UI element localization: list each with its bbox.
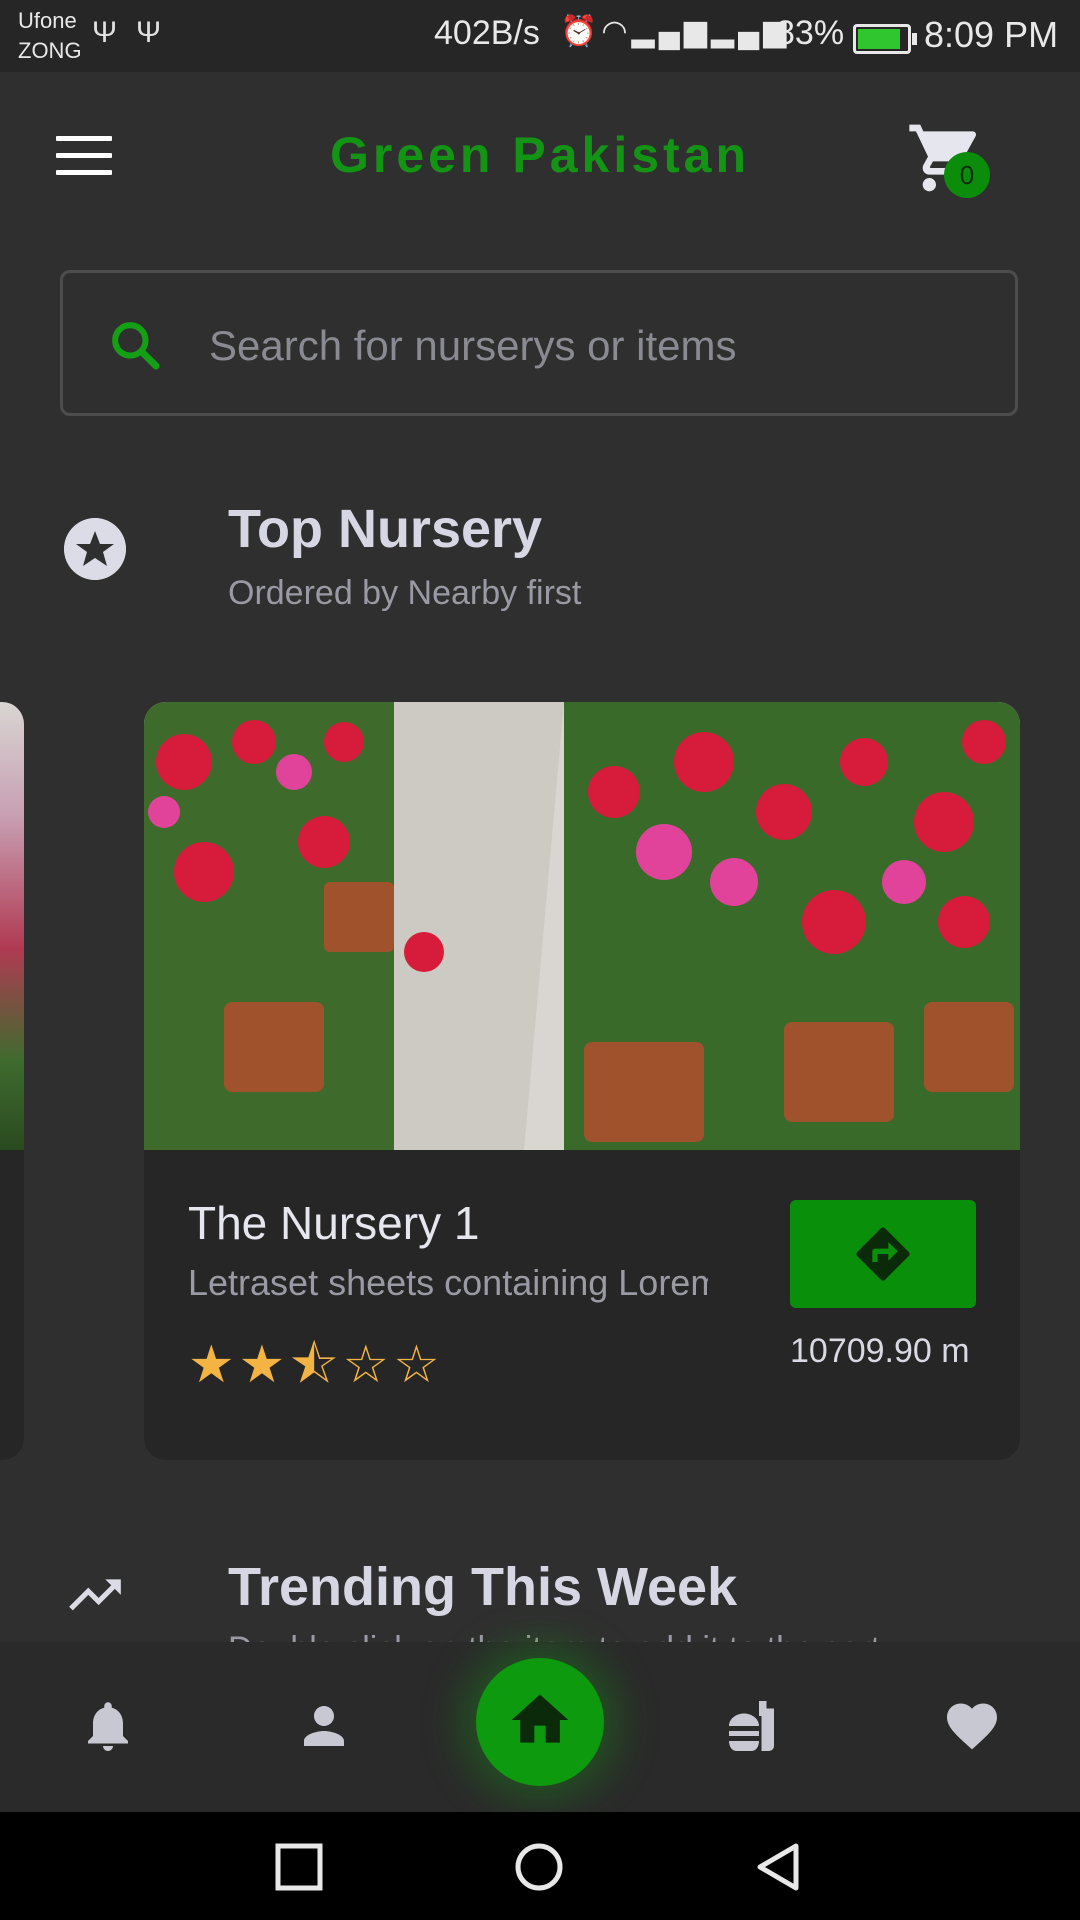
star-full-icon: ★ <box>238 1336 290 1394</box>
carrier-1: Ufone <box>18 8 77 33</box>
recents-icon[interactable] <box>274 1842 324 1892</box>
back-icon[interactable] <box>754 1842 804 1892</box>
search-bar[interactable] <box>60 270 1018 416</box>
search-input[interactable] <box>207 309 971 383</box>
home-button[interactable] <box>476 1658 604 1786</box>
usb-icon: Ψ <box>92 16 118 49</box>
star-circle-icon <box>64 518 126 580</box>
alarm-icon: ⏰ <box>560 15 602 48</box>
home-circle-icon[interactable] <box>514 1842 564 1892</box>
nursery-card-previous[interactable] <box>0 702 24 1460</box>
signal-2g-icon: ▂▄▆ <box>631 15 711 48</box>
person-icon[interactable] <box>294 1696 354 1756</box>
star-half-icon: ⯪ <box>289 1336 343 1394</box>
cart-count-badge: 0 <box>944 152 990 198</box>
nursery-image <box>0 702 24 1150</box>
battery-charging-icon <box>853 24 917 54</box>
carrier-labels: Ufone ZONG <box>18 6 82 66</box>
usb-icon: Ψ <box>136 16 162 49</box>
rating-stars: ★★⯪☆☆ <box>188 1326 444 1415</box>
nursery-description: Letraset sheets containing Lorem <box>188 1262 708 1303</box>
trending-up-icon <box>69 1579 121 1611</box>
food-icon[interactable] <box>724 1696 784 1756</box>
directions-icon <box>856 1227 910 1281</box>
menu-icon[interactable] <box>56 136 112 176</box>
home-icon <box>511 1694 569 1743</box>
wifi-icon: ◠ <box>601 15 632 48</box>
nursery-card[interactable]: The Nursery 1 Letraset sheets containing… <box>144 702 1020 1460</box>
heart-icon[interactable] <box>942 1696 1002 1756</box>
net-speed: 402B/s <box>434 14 540 52</box>
battery-percent: 83% <box>776 14 845 52</box>
nursery-name: The Nursery 1 <box>188 1197 480 1249</box>
carrier-2: ZONG <box>18 38 82 63</box>
status-bar: Ufone ZONG Ψ Ψ 402B/s ⏰◠▂▄▆▂▄▆ 83% 8:09 … <box>0 0 1080 72</box>
system-navigation-bar <box>0 1812 1080 1920</box>
bottom-navigation <box>0 1642 1080 1812</box>
search-icon <box>112 322 160 370</box>
system-icons: ⏰◠▂▄▆▂▄▆ <box>560 14 790 49</box>
top-nursery-subtitle: Ordered by Nearby first <box>228 574 582 612</box>
trending-title: Trending This Week <box>228 1557 738 1617</box>
clock: 8:09 PM <box>924 14 1059 55</box>
directions-button[interactable] <box>790 1200 976 1308</box>
nursery-distance: 10709.90 m <box>790 1332 970 1370</box>
star-full-icon: ★ <box>188 1336 239 1394</box>
bell-icon[interactable] <box>78 1696 138 1756</box>
top-nursery-title: Top Nursery <box>228 499 543 559</box>
star-empty-icon: ☆ <box>393 1336 444 1394</box>
app-title: Green Pakistan <box>329 127 751 183</box>
nursery-photo <box>144 702 1020 1150</box>
star-empty-icon: ☆ <box>342 1336 394 1394</box>
